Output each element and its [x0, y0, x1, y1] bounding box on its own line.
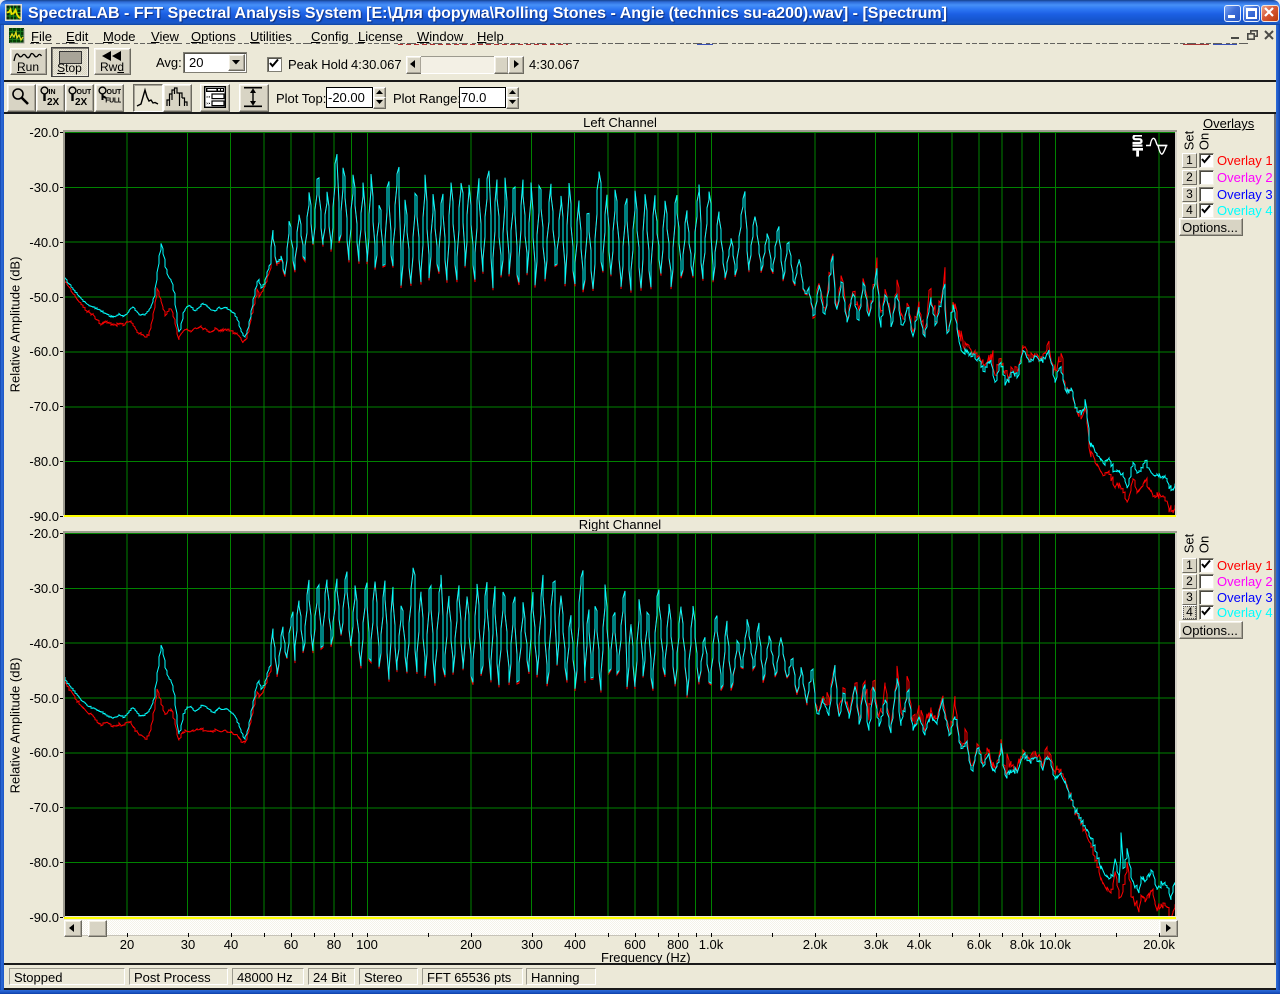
svg-text:×•: ×•: [206, 94, 211, 99]
svg-text:×•: ×•: [206, 101, 211, 106]
svg-text:2X: 2X: [47, 97, 60, 108]
svg-text:OUT: OUT: [77, 89, 92, 96]
svg-text:IN: IN: [49, 89, 56, 96]
svg-text:2X: 2X: [75, 97, 88, 108]
svg-text:FULL: FULL: [105, 98, 121, 105]
svg-text:OUT: OUT: [107, 89, 122, 96]
